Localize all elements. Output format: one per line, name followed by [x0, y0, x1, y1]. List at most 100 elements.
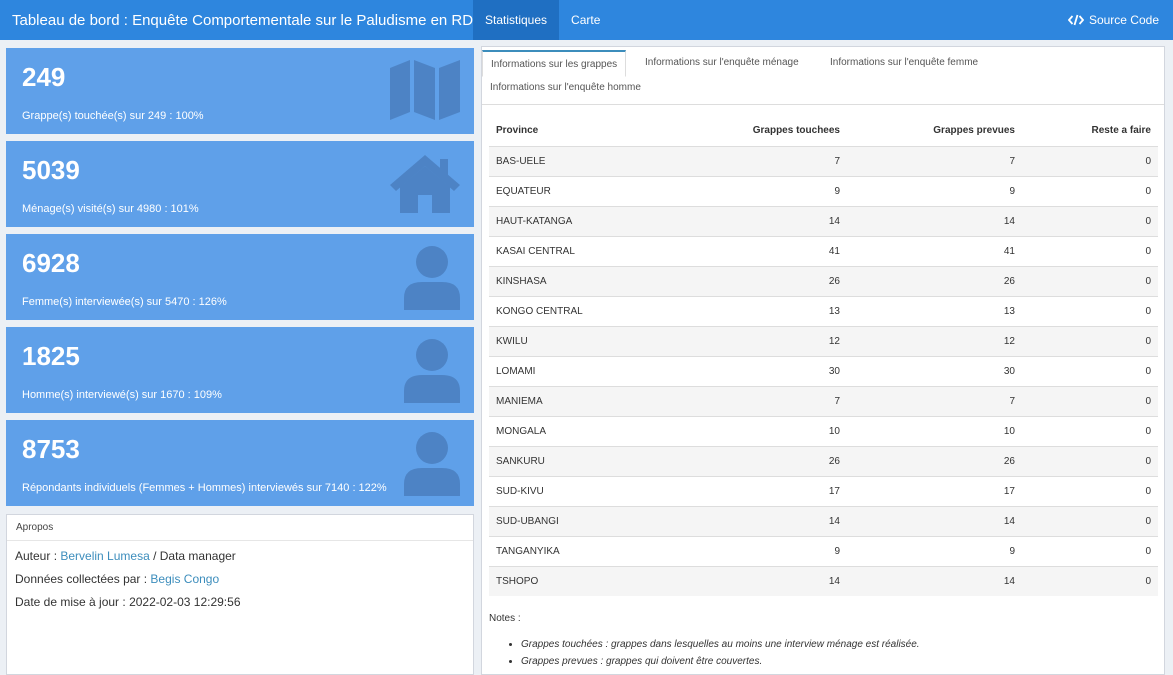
province-cell: LOMAMI: [489, 355, 709, 386]
province-cell: SUD-KIVU: [489, 475, 709, 506]
value-cell: 26: [709, 445, 847, 476]
updated-value: 2022-02-03 12:29:56: [129, 595, 241, 609]
repondants-subtitle: Répondants individuels (Femmes + Hommes)…: [22, 482, 387, 494]
value-cell: 7: [847, 145, 1022, 176]
author-link[interactable]: Bervelin Lumesa: [60, 549, 149, 563]
grappes-value: 249: [22, 62, 66, 92]
value-cell: 0: [1022, 175, 1158, 206]
table-row: BAS-UELE 7 7 0: [489, 145, 1158, 176]
table-row: KWILU 12 12 0: [489, 325, 1158, 356]
table-row: TSHOPO 14 14 0: [489, 565, 1158, 596]
user-icon: [404, 246, 460, 310]
collected-by-link[interactable]: Begis Congo: [150, 572, 219, 586]
value-cell: 7: [709, 145, 847, 176]
value-cell: 41: [709, 235, 847, 266]
source-code-link[interactable]: Source Code: [1067, 0, 1159, 40]
value-cell: 26: [709, 265, 847, 296]
value-cell: 14: [847, 565, 1022, 596]
stats-panel: Informations sur les grappes Information…: [481, 46, 1165, 675]
collected-label: Données collectées par :: [15, 572, 151, 586]
author-line: Auteur : Bervelin Lumesa / Data manager: [7, 549, 473, 564]
value-cell: 14: [847, 505, 1022, 536]
province-cell: MONGALA: [489, 415, 709, 446]
province-cell: KASAI CENTRAL: [489, 235, 709, 266]
notes: Notes : Grappes touchées : grappes dans …: [489, 613, 920, 670]
col-province[interactable]: Province: [489, 115, 709, 147]
value-cell: 0: [1022, 265, 1158, 296]
repondants-value: 8753: [22, 434, 80, 464]
table-body: BAS-UELE 7 7 0 EQUATEUR 9 9 0 HAUT-KATANGA 14 14 0 K…: [489, 145, 1158, 596]
value-cell: 0: [1022, 145, 1158, 176]
value-cell: 7: [847, 385, 1022, 416]
home-icon: [390, 155, 460, 213]
grappes-table: Province Grappes touchees Grappes prevue…: [489, 115, 1158, 596]
col-grappes-touchees[interactable]: Grappes touchees: [709, 115, 847, 147]
notes-title: Notes :: [489, 613, 521, 624]
province-cell: MANIEMA: [489, 385, 709, 416]
value-cell: 13: [709, 295, 847, 326]
province-cell: TSHOPO: [489, 565, 709, 596]
value-cell: 0: [1022, 415, 1158, 446]
table-row: KINSHASA 26 26 0: [489, 265, 1158, 296]
province-cell: TANGANYIKA: [489, 535, 709, 566]
value-cell: 14: [847, 205, 1022, 236]
province-cell: BAS-UELE: [489, 145, 709, 176]
map-icon: [390, 60, 460, 120]
tab-homme[interactable]: Informations sur l'enquête homme: [490, 82, 641, 93]
value-cell: 9: [847, 535, 1022, 566]
apropos-header: Apropos: [7, 515, 473, 541]
value-cell: 9: [709, 535, 847, 566]
value-cell: 0: [1022, 355, 1158, 386]
hommes-value: 1825: [22, 341, 80, 371]
author-role: / Data manager: [149, 549, 236, 563]
value-cell: 14: [709, 565, 847, 596]
value-cell: 0: [1022, 385, 1158, 416]
app-title: Tableau de bord : Enquête Comportemental…: [12, 11, 484, 29]
value-cell: 0: [1022, 295, 1158, 326]
tab-menage[interactable]: Informations sur l'enquête ménage: [645, 57, 799, 68]
province-cell: SUD-UBANGI: [489, 505, 709, 536]
femmes-subtitle: Femme(s) interviewée(s) sur 5470 : 126%: [22, 296, 227, 308]
value-cell: 12: [709, 325, 847, 356]
value-cell: 0: [1022, 445, 1158, 476]
col-reste-a-faire[interactable]: Reste a faire: [1022, 115, 1158, 147]
table-row: MANIEMA 7 7 0: [489, 385, 1158, 416]
updated-label: Date de mise à jour :: [15, 595, 130, 609]
value-box-grappes: 249 Grappe(s) touchée(s) sur 249 : 100%: [6, 48, 474, 134]
value-cell: 12: [847, 325, 1022, 356]
value-cell: 26: [847, 445, 1022, 476]
table-row: SANKURU 26 26 0: [489, 445, 1158, 476]
grappes-subtitle: Grappe(s) touchée(s) sur 249 : 100%: [22, 110, 204, 122]
province-cell: KINSHASA: [489, 265, 709, 296]
value-cell: 14: [709, 205, 847, 236]
province-cell: SANKURU: [489, 445, 709, 476]
user-icon: [404, 339, 460, 403]
tab-statistiques[interactable]: Statistiques: [473, 0, 560, 40]
source-code-label: Source Code: [1088, 13, 1159, 27]
femmes-value: 6928: [22, 248, 80, 278]
value-cell: 0: [1022, 475, 1158, 506]
user-icon: [404, 432, 460, 496]
province-cell: KONGO CENTRAL: [489, 295, 709, 326]
menages-subtitle: Ménage(s) visité(s) sur 4980 : 101%: [22, 203, 199, 215]
collected-line: Données collectées par : Begis Congo: [7, 572, 473, 587]
table-row: HAUT-KATANGA 14 14 0: [489, 205, 1158, 236]
tab-femme[interactable]: Informations sur l'enquête femme: [830, 57, 978, 68]
note-item: Grappes touchées : grappes dans lesquell…: [521, 636, 920, 653]
tab-grappes[interactable]: Informations sur les grappes: [482, 50, 627, 77]
value-cell: 41: [847, 235, 1022, 266]
value-box-hommes: 1825 Homme(s) interviewé(s) sur 1670 : 1…: [6, 327, 474, 413]
value-cell: 13: [847, 295, 1022, 326]
col-grappes-prevues[interactable]: Grappes prevues: [847, 115, 1022, 147]
value-cell: 0: [1022, 535, 1158, 566]
province-cell: HAUT-KATANGA: [489, 205, 709, 236]
hommes-subtitle: Homme(s) interviewé(s) sur 1670 : 109%: [22, 389, 222, 401]
value-box-femmes: 6928 Femme(s) interviewée(s) sur 5470 : …: [6, 234, 474, 320]
value-cell: 30: [847, 355, 1022, 386]
table-row: SUD-KIVU 17 17 0: [489, 475, 1158, 506]
table-row: KASAI CENTRAL 41 41 0: [489, 235, 1158, 266]
table-header-row: Province Grappes touchees Grappes prevue…: [489, 115, 1158, 147]
tab-carte[interactable]: Carte: [559, 0, 612, 40]
value-box-repondants: 8753 Répondants individuels (Femmes + Ho…: [6, 420, 474, 506]
value-cell: 0: [1022, 205, 1158, 236]
